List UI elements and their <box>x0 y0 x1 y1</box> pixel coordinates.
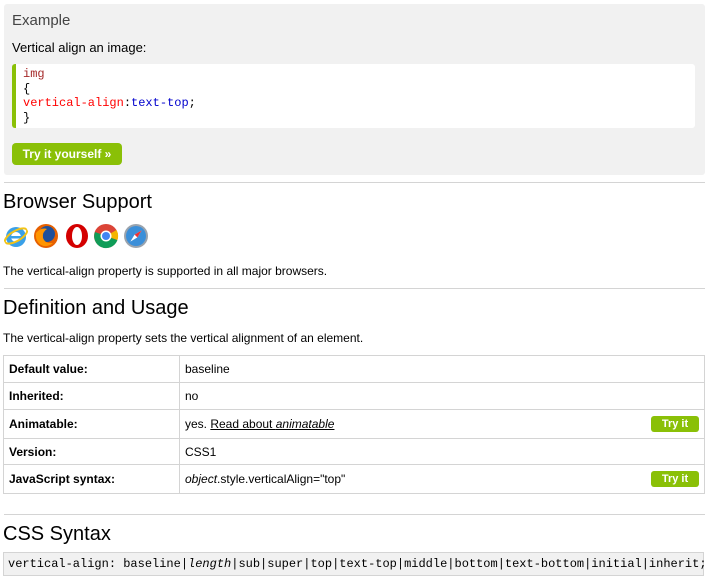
row-key: JavaScript syntax: <box>3 464 180 494</box>
opera-icon <box>66 224 88 248</box>
code-selector: img <box>23 67 45 81</box>
css-syntax-code: vertical-align: baseline|length|sub|supe… <box>3 552 707 576</box>
try-it-button[interactable]: Try it <box>651 416 699 432</box>
code-close-brace: } <box>23 110 31 125</box>
definition-text: The vertical-align property sets the ver… <box>3 331 364 345</box>
code-value: text-top <box>131 96 189 110</box>
definition-heading: Definition and Usage <box>3 297 189 319</box>
js-syntax-object: object <box>185 472 218 486</box>
property-table: Default value: baseline Inherited: no An… <box>3 355 705 494</box>
table-row: Default value: baseline <box>3 355 705 383</box>
divider <box>4 182 705 183</box>
divider <box>4 514 705 515</box>
syntax-prefix: vertical-align: baseline| <box>8 557 189 571</box>
example-title: Example <box>12 12 71 29</box>
row-value: object.style.verticalAlign="top" Try it <box>179 464 705 494</box>
browser-support-note: The vertical-align property is supported… <box>3 264 328 278</box>
row-key: Default value: <box>3 355 180 383</box>
row-key: Animatable: <box>3 409 180 439</box>
try-it-button[interactable]: Try it <box>651 471 699 487</box>
code-open-brace: { <box>23 81 31 96</box>
row-value: CSS1 <box>179 438 705 465</box>
row-key: Inherited: <box>3 382 180 410</box>
example-box: Example Vertical align an image: img { v… <box>4 4 705 175</box>
css-syntax-heading: CSS Syntax <box>3 523 111 545</box>
code-semicolon: ; <box>188 96 196 110</box>
code-colon: : <box>123 96 132 110</box>
example-description: Vertical align an image: <box>12 40 147 55</box>
row-value: no <box>179 382 705 410</box>
chrome-icon <box>94 224 119 249</box>
code-property: vertical-align <box>23 96 124 110</box>
firefox-icon <box>34 224 58 248</box>
animatable-value: yes. <box>185 417 211 431</box>
row-value: baseline <box>179 355 705 383</box>
table-row: Version: CSS1 <box>3 438 705 465</box>
internet-explorer-icon <box>3 227 29 247</box>
row-value: yes. Read about animatable Try it <box>179 409 705 439</box>
read-about-animatable-link[interactable]: Read about animatable <box>210 417 334 431</box>
table-row: Inherited: no <box>3 382 705 410</box>
syntax-length: length <box>188 557 232 571</box>
row-key: Version: <box>3 438 180 465</box>
browser-support-heading: Browser Support <box>3 191 152 213</box>
table-row: Animatable: yes. Read about animatable T… <box>3 409 705 439</box>
try-it-yourself-button[interactable]: Try it yourself » <box>12 143 122 165</box>
divider <box>4 288 705 289</box>
js-syntax-rest: .style.verticalAlign="top" <box>217 472 346 486</box>
safari-icon <box>124 224 148 248</box>
table-row: JavaScript syntax: object.style.vertical… <box>3 464 705 494</box>
syntax-suffix: |sub|super|top|text-top|middle|bottom|te… <box>231 557 707 571</box>
code-example: img { vertical-align:text-top; } <box>12 64 695 128</box>
